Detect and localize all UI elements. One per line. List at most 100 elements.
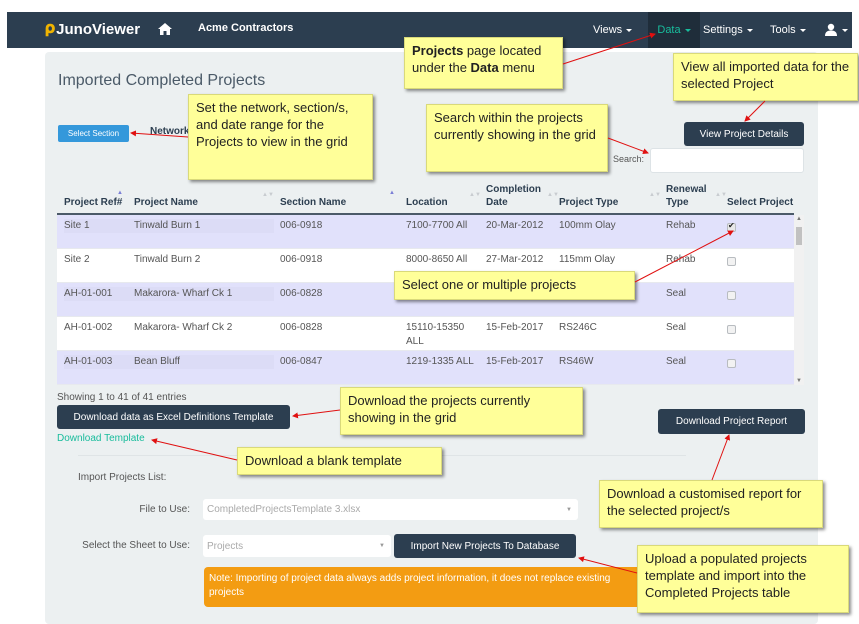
download-excel-button[interactable]: Download data as Excel Definitions Templ… <box>57 405 290 429</box>
callout-bold-text: Projects <box>412 43 464 58</box>
file-select[interactable]: CompletedProjectsTemplate 3.xlsx ▼ <box>203 499 578 520</box>
sheet-label: Select the Sheet to Use: <box>82 540 190 551</box>
organization-name[interactable]: Acme Contractors <box>198 22 293 34</box>
callout-data-menu: Projects page located under the Data men… <box>404 37 563 89</box>
view-project-details-button[interactable]: View Project Details <box>684 122 804 146</box>
column-header-section-name[interactable]: Section Name <box>280 196 346 209</box>
scroll-up-icon[interactable]: ▲ <box>796 216 802 222</box>
caret-down-icon <box>626 28 633 32</box>
caret-down-icon <box>799 28 806 32</box>
cell-type: 115mm Olay <box>559 254 615 265</box>
nav-data-label: Data <box>657 24 681 36</box>
callout-download-grid: Download the projects currently showing … <box>340 387 583 435</box>
column-header-location[interactable]: Location <box>406 196 448 209</box>
table-row[interactable]: Site 1 Tinwald Burn 1 006-0918 7100-7700 Al… <box>57 215 794 249</box>
location-pin-icon: 𝛒 <box>45 20 56 37</box>
nav-views-label: Views <box>593 24 623 36</box>
cell-section: 006-0828 <box>280 322 323 333</box>
import-note-alert: Note: Importing of project data always a… <box>204 567 644 607</box>
caret-down-icon: ▼ <box>379 543 385 549</box>
select-project-checkbox[interactable] <box>727 257 736 266</box>
scroll-down-icon[interactable]: ▼ <box>796 378 802 384</box>
sort-icon[interactable]: ▲▼ <box>547 192 559 198</box>
sort-icon[interactable]: ▲▼ <box>649 192 661 198</box>
cell-date: 27-Mar-2012 <box>486 254 544 265</box>
select-project-checkbox[interactable] <box>727 291 736 300</box>
callout-download-report: Download a customised report for the sel… <box>599 480 823 528</box>
file-select-value: CompletedProjectsTemplate 3.xlsx <box>207 504 361 515</box>
callout-bold-text: Data <box>470 60 499 75</box>
callout-upload: Upload a populated projects template and… <box>637 545 849 613</box>
column-header-select-project[interactable]: Select Project <box>727 196 793 209</box>
cell-location: 8000-8650 All <box>406 254 468 265</box>
cell-renewal: Rehab <box>666 220 696 231</box>
scrollbar-thumb[interactable] <box>796 227 802 245</box>
table-info: Showing 1 to 41 of 41 entries <box>57 392 187 403</box>
cell-section: 006-0847 <box>280 356 323 367</box>
cell-ref: AH-01-001 <box>64 287 134 301</box>
column-header-project-type[interactable]: Project Type <box>559 196 618 209</box>
sheet-select-value: Projects <box>207 540 244 552</box>
download-template-link[interactable]: Download Template <box>57 433 145 444</box>
nav-user-menu[interactable] <box>824 12 848 48</box>
caret-down-icon: ▼ <box>566 507 572 513</box>
network-label: Network <box>150 126 190 137</box>
cell-ref: AH-01-002 <box>64 322 113 333</box>
select-project-checkbox[interactable] <box>727 325 736 334</box>
select-project-checkbox[interactable] <box>727 221 736 232</box>
cell-type: RS246C <box>559 322 597 333</box>
sort-asc-icon[interactable]: ▲ <box>389 190 395 196</box>
table-header: Project Ref# ▲ Project Name ▲▼ Section N… <box>57 178 794 215</box>
select-project-checkbox[interactable] <box>727 359 736 368</box>
file-label: File to Use: <box>139 504 190 515</box>
callout-view-details: View all imported data for the selected … <box>673 53 858 101</box>
sort-icon[interactable]: ▲▼ <box>715 192 727 198</box>
nav-settings-label: Settings <box>703 24 743 36</box>
cell-date: 15-Feb-2017 <box>486 322 544 333</box>
callout-select-projects: Select one or multiple projects <box>394 271 635 300</box>
brand[interactable]: 𝛒 JunoViewer <box>45 20 140 38</box>
brand-name: JunoViewer <box>56 20 141 38</box>
column-header-renewal-type[interactable]: Renewal Type <box>666 183 711 209</box>
table-row[interactable]: AH-01-002 Makarora- Wharf Ck 2 006-0828 151… <box>57 317 794 351</box>
cell-type: RS46W <box>559 356 594 367</box>
search-input[interactable] <box>650 148 804 173</box>
sort-icon[interactable]: ▲▼ <box>262 192 274 198</box>
nav-data-menu[interactable]: Data <box>648 12 700 48</box>
column-header-project-ref[interactable]: Project Ref# <box>64 196 122 209</box>
cell-renewal: Seal <box>666 322 687 333</box>
callout-download-blank: Download a blank template <box>237 447 442 475</box>
cell-location: 1219-1335 ALL <box>406 356 474 367</box>
cell-type: 100mm Olay <box>559 220 616 231</box>
column-header-project-name[interactable]: Project Name <box>134 196 198 209</box>
cell-name: Tinwald Burn 2 <box>134 254 201 265</box>
caret-down-icon <box>842 28 848 32</box>
sheet-select[interactable]: Projects ▼ <box>203 535 391 557</box>
callout-search: Search within the projects currently sho… <box>426 104 608 172</box>
download-report-button[interactable]: Download Project Report <box>658 409 805 434</box>
sort-icon[interactable]: ▲▼ <box>469 192 481 198</box>
sort-asc-icon[interactable]: ▲ <box>117 190 123 196</box>
nav-settings-menu[interactable]: Settings <box>703 12 753 48</box>
column-header-completion-date[interactable]: Completion Date <box>486 183 546 209</box>
cell-renewal: Seal <box>666 356 687 367</box>
cell-date: 15-Feb-2017 <box>486 356 544 367</box>
nav-tools-label: Tools <box>770 24 796 36</box>
cell-section: 006-0918 <box>280 254 323 265</box>
cell-date: 20-Mar-2012 <box>486 220 544 231</box>
home-icon[interactable] <box>157 21 173 37</box>
table-scrollbar[interactable]: ▲ ▼ <box>794 215 804 385</box>
table-row[interactable]: AH-01-003 Bean Bluff 006-0847 1219-1335 ALL… <box>57 351 794 385</box>
callout-select-section: Set the network, section/s, and date ran… <box>188 94 373 180</box>
callout-text: menu <box>498 60 535 75</box>
import-projects-button[interactable]: Import New Projects To Database <box>394 534 576 558</box>
caret-down-icon <box>684 28 691 32</box>
user-icon <box>825 23 837 36</box>
cell-ref: Site 1 <box>64 219 134 233</box>
cell-ref: AH-01-003 <box>64 355 134 369</box>
nav-tools-menu[interactable]: Tools <box>770 12 806 48</box>
nav-views-menu[interactable]: Views <box>593 12 633 48</box>
select-section-button[interactable]: Select Section <box>58 125 129 142</box>
import-heading: Import Projects List: <box>78 472 167 483</box>
cell-section: 006-0828 <box>280 288 323 299</box>
